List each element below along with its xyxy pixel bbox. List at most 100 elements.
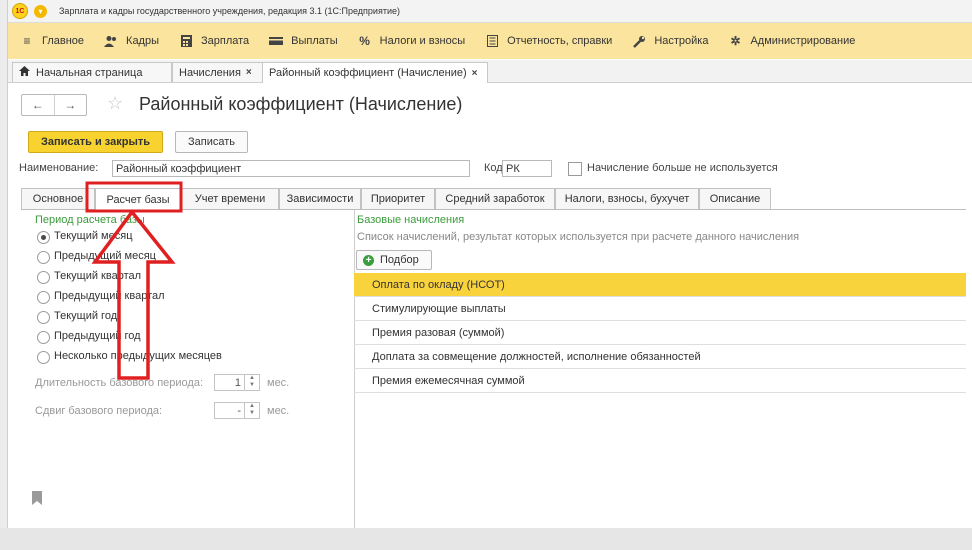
- tab-home[interactable]: Начальная страница: [12, 62, 172, 82]
- home-icon: [19, 66, 30, 79]
- menu-item-label: Кадры: [126, 35, 159, 47]
- menu-item-label: Администрирование: [750, 35, 856, 47]
- menu-item-settings[interactable]: Настройка: [632, 35, 709, 48]
- app-title: Зарплата и кадры государственного учрежд…: [59, 6, 400, 16]
- menu-item-label: Выплаты: [291, 35, 338, 47]
- pick-label: Подбор: [380, 254, 419, 266]
- tab-label: Начисления: [179, 66, 241, 79]
- tab-accruals[interactable]: Начисления ×: [172, 62, 264, 82]
- tab-description[interactable]: Описание: [699, 188, 771, 209]
- duration-stepper[interactable]: 1 ▲ ▼: [214, 374, 260, 391]
- shift-stepper[interactable]: - ▲ ▼: [214, 402, 260, 419]
- nav-buttons: ← →: [21, 94, 87, 116]
- period-option-label: Предыдущий месяц: [54, 250, 156, 262]
- menu-item-label: Настройка: [654, 35, 709, 47]
- duration-unit: мес.: [267, 377, 290, 389]
- period-option-label: Предыдущий год: [54, 330, 141, 342]
- save-button[interactable]: Записать: [175, 131, 248, 153]
- close-icon[interactable]: ×: [246, 67, 252, 78]
- unused-checkbox[interactable]: [568, 162, 582, 176]
- app-menu-button[interactable]: ▾: [34, 4, 47, 18]
- shift-unit: мес.: [267, 405, 290, 417]
- period-header: Период расчета базы: [35, 214, 145, 226]
- tab-label: Районный коэффициент (Начисление): [269, 67, 467, 79]
- menu-item-label: Налоги и взносы: [379, 35, 466, 47]
- period-option-label: Предыдущий квартал: [54, 290, 165, 302]
- app-window: 1С ▾ Зарплата и кадры государственного у…: [7, 0, 972, 528]
- tab-average-earnings[interactable]: Средний заработок: [435, 188, 555, 209]
- main-menu: ≡ Главное Кадры Зарплата Выплаты % Налог…: [8, 23, 972, 59]
- people-icon: [104, 35, 118, 47]
- period-option-label: Текущий месяц: [54, 230, 133, 242]
- menu-item-personnel[interactable]: Кадры: [104, 35, 159, 47]
- period-option-label: Текущий год: [54, 310, 118, 322]
- calculator-icon: [179, 35, 193, 47]
- period-radio[interactable]: [37, 231, 50, 244]
- unused-label: Начисление больше не используется: [587, 162, 778, 174]
- tab-priority[interactable]: Приоритет: [361, 188, 435, 209]
- tab-label: Начальная страница: [36, 66, 143, 79]
- period-option-label: Несколько предыдущих месяцев: [54, 350, 222, 362]
- base-accruals-table: Оплата по окладу (НСОТ) Стимулирующие вы…: [354, 273, 966, 393]
- period-option-label: Текущий квартал: [54, 270, 142, 282]
- tab-regional-coefficient[interactable]: Районный коэффициент (Начисление) ×: [262, 62, 488, 83]
- period-radio[interactable]: [37, 311, 50, 324]
- duration-value: 1: [234, 377, 241, 389]
- base-header: Базовые начисления: [357, 214, 465, 226]
- gear-icon: ✲: [730, 34, 741, 48]
- period-panel: Период расчета базы Текущий месяц Предыд…: [21, 210, 355, 528]
- menu-item-label: Зарплата: [201, 35, 250, 47]
- code-field[interactable]: РК: [502, 160, 552, 177]
- period-radio[interactable]: [37, 331, 50, 344]
- tab-dependencies[interactable]: Зависимости: [279, 188, 361, 209]
- period-radio[interactable]: [37, 291, 50, 304]
- menu-item-taxes[interactable]: % Налоги и взносы: [358, 34, 466, 48]
- percent-icon: %: [359, 34, 370, 48]
- base-description: Список начислений, результат которых исп…: [357, 231, 800, 243]
- menu-item-payments[interactable]: Выплаты: [269, 35, 338, 47]
- period-radio[interactable]: [37, 251, 50, 264]
- table-row[interactable]: Премия ежемесячная суммой: [354, 369, 966, 393]
- stepper-arrows-icon[interactable]: ▲ ▼: [244, 375, 259, 390]
- tab-taxes[interactable]: Налоги, взносы, бухучет: [555, 188, 699, 209]
- menu-item-admin[interactable]: ✲ Администрирование: [728, 34, 856, 48]
- menu-item-reports[interactable]: Отчетность, справки: [485, 35, 612, 47]
- report-icon: [485, 35, 499, 47]
- stepper-arrows-icon[interactable]: ▲ ▼: [244, 403, 259, 418]
- period-radio[interactable]: [37, 351, 50, 364]
- add-icon: +: [363, 254, 374, 266]
- tab-base-calc[interactable]: Расчет базы: [95, 188, 181, 210]
- period-radio[interactable]: [37, 271, 50, 284]
- bottom-margin: [0, 528, 972, 550]
- bookmark-icon[interactable]: [32, 491, 42, 505]
- close-icon[interactable]: ×: [472, 68, 478, 79]
- back-arrow-icon[interactable]: ←: [22, 95, 55, 115]
- table-row[interactable]: Оплата по окладу (НСОТ): [354, 273, 966, 297]
- shift-label: Сдвиг базового периода:: [35, 405, 163, 417]
- menu-item-label: Главное: [42, 35, 85, 47]
- menu-item-label: Отчетность, справки: [507, 35, 613, 47]
- name-label: Наименование:: [19, 162, 99, 174]
- table-row[interactable]: Премия разовая (суммой): [354, 321, 966, 345]
- page-title: Районный коэффициент (Начисление): [139, 94, 463, 114]
- name-field[interactable]: Районный коэффициент: [112, 160, 470, 177]
- duration-label: Длительность базового периода:: [35, 377, 204, 389]
- menu-item-salary[interactable]: Зарплата: [179, 35, 249, 47]
- menu-item-main[interactable]: ≡ Главное: [20, 34, 85, 48]
- forward-arrow-icon[interactable]: →: [55, 95, 87, 115]
- hamburger-icon: ≡: [23, 34, 31, 48]
- save-and-close-button[interactable]: Записать и закрыть: [28, 131, 163, 153]
- form-tabs: Основное Расчет базы Учет времени Зависи…: [21, 188, 966, 210]
- favorite-star-icon[interactable]: ☆: [107, 93, 123, 114]
- shift-value: -: [237, 405, 241, 417]
- table-row[interactable]: Стимулирующие выплаты: [354, 297, 966, 321]
- title-bar: 1С ▾ Зарплата и кадры государственного у…: [8, 0, 972, 23]
- table-row[interactable]: Доплата за совмещение должностей, исполн…: [354, 345, 966, 369]
- open-tabs-bar: Начальная страница Начисления × Районный…: [8, 60, 972, 83]
- wallet-icon: [269, 35, 284, 47]
- pick-button[interactable]: + Подбор: [356, 250, 432, 270]
- tab-main[interactable]: Основное: [21, 188, 95, 209]
- left-margin: [0, 0, 7, 528]
- 1c-logo-icon: 1С: [12, 3, 28, 19]
- tab-time-tracking[interactable]: Учет времени: [181, 188, 279, 209]
